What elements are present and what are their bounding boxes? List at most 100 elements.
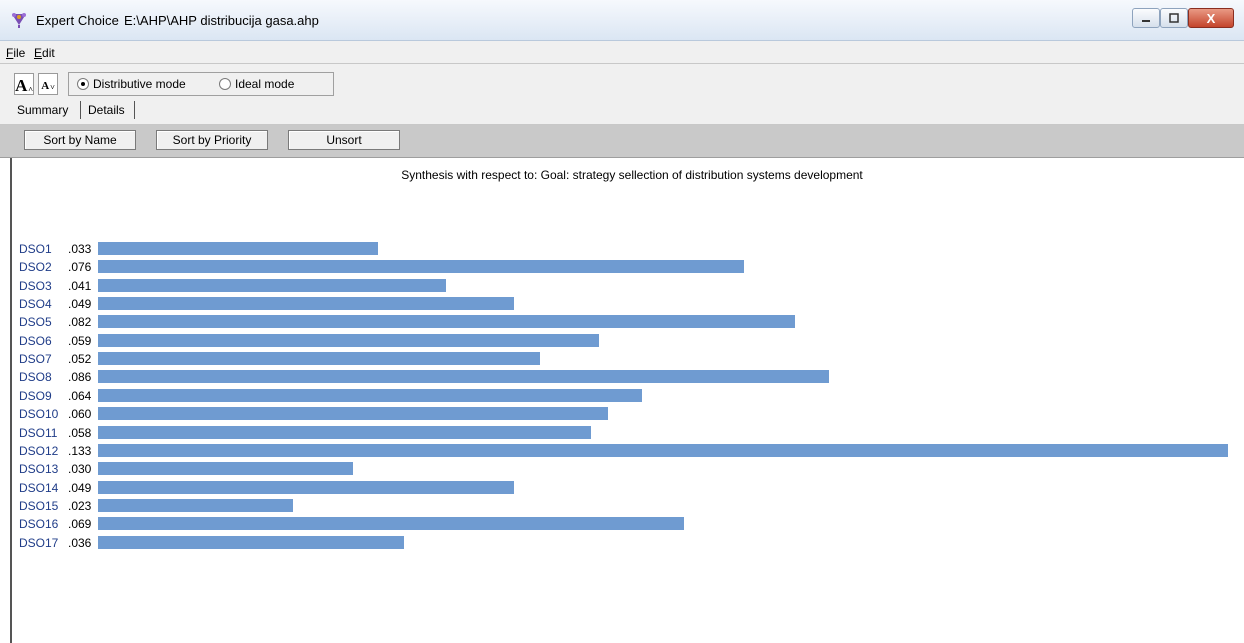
close-icon: X	[1206, 10, 1216, 26]
alternative-name: DSO7	[19, 352, 52, 367]
priority-row: DSO11 .058	[0, 424, 1244, 442]
increase-font-button[interactable]: A ˄	[14, 73, 34, 95]
priority-value: .086	[68, 370, 92, 385]
priority-bar	[98, 462, 353, 476]
menu-edit[interactable]: Edit	[34, 46, 55, 60]
priority-value: .023	[68, 498, 92, 513]
font-down-icon: ˅	[50, 83, 55, 92]
menu-edit-rest: dit	[42, 46, 55, 60]
alternative-name: DSO11	[19, 425, 58, 440]
menu-file[interactable]: File	[6, 46, 25, 60]
priority-value: .082	[68, 315, 92, 330]
alternative-name: DSO15	[19, 498, 59, 513]
priority-row: DSO1 .033	[0, 240, 1244, 258]
tab-separator	[134, 101, 135, 119]
priority-value: .060	[68, 407, 92, 422]
priority-value: .049	[68, 297, 92, 312]
priority-bar	[98, 260, 744, 274]
priority-row: DSO4 .049	[0, 295, 1244, 313]
priority-bar	[98, 352, 540, 366]
close-button[interactable]: X	[1188, 8, 1234, 28]
synthesis-title: Synthesis with respect to: Goal: strateg…	[401, 168, 863, 182]
font-large-icon: A	[15, 76, 28, 95]
distributive-mode-radio[interactable]	[77, 78, 89, 90]
app-title: Expert Choice	[36, 13, 119, 28]
file-path: E:\AHP\AHP distribucija gasa.ahp	[124, 13, 319, 28]
priority-value: .036	[68, 535, 92, 550]
distributive-mode-label[interactable]: Distributive mode	[93, 77, 186, 91]
font-small-icon: A	[41, 80, 50, 92]
priority-value: .033	[68, 242, 92, 256]
priority-row: DSO9 .064	[0, 387, 1244, 405]
priority-bar	[98, 297, 514, 311]
ideal-mode-radio[interactable]	[219, 78, 231, 90]
alternative-name: DSO14	[19, 480, 59, 495]
view-tabs: Summary Details	[0, 98, 1244, 125]
menu-bar: File Edit	[0, 41, 1244, 64]
minimize-button[interactable]	[1132, 8, 1160, 28]
maximize-button[interactable]	[1160, 8, 1188, 28]
tab-separator	[80, 101, 81, 119]
priority-bar	[98, 370, 829, 384]
tab-summary[interactable]: Summary	[17, 103, 68, 117]
priority-bar	[98, 425, 591, 439]
ideal-mode-label[interactable]: Ideal mode	[235, 77, 294, 91]
toolbar: A ˄ A ˅ Distributive mode Ideal mode	[0, 64, 1244, 98]
app-logo-icon	[12, 13, 26, 28]
priority-row: DSO12 .133	[0, 442, 1244, 460]
font-up-icon: ˄	[28, 85, 33, 94]
alternative-name: DSO9	[19, 388, 52, 403]
priority-row: DSO8 .086	[0, 368, 1244, 386]
priority-row: DSO2 .076	[0, 258, 1244, 276]
priority-value: .059	[68, 333, 92, 348]
priority-bar	[98, 407, 608, 421]
priority-value: .069	[68, 517, 92, 532]
mode-group: Distributive mode Ideal mode	[68, 72, 334, 96]
priority-row: DSO7 .052	[0, 350, 1244, 368]
menu-file-rest: ile	[13, 46, 26, 60]
priority-row: DSO10 .060	[0, 405, 1244, 423]
priority-row: DSO17 .036	[0, 534, 1244, 552]
synthesis-panel: Synthesis with respect to: Goal: strateg…	[0, 158, 1244, 643]
tab-details[interactable]: Details	[88, 103, 125, 117]
priority-value: .030	[68, 462, 92, 477]
priority-bar	[98, 443, 1228, 457]
alternative-name: DSO13	[19, 462, 59, 477]
menu-edit-mnemonic: E	[34, 46, 43, 60]
priority-value: .133	[68, 443, 92, 458]
priority-value: .064	[68, 388, 92, 403]
priority-bar	[98, 388, 642, 402]
priority-bar	[98, 480, 514, 494]
decrease-font-button[interactable]: A ˅	[38, 73, 58, 95]
priority-bar	[98, 517, 684, 531]
alternative-name: DSO8	[19, 370, 52, 385]
priority-row: DSO3 .041	[0, 277, 1244, 295]
priority-bar	[98, 278, 446, 292]
alternative-name: DSO12	[19, 443, 59, 458]
panel-border	[10, 158, 12, 643]
sort-bar: Sort by Name Sort by Priority Unsort	[0, 125, 1244, 158]
priority-bar	[98, 242, 378, 255]
priority-value: .041	[68, 278, 92, 293]
alternative-name: DSO3	[19, 278, 52, 293]
priority-row: DSO13 .030	[0, 460, 1244, 478]
title-bar: Expert Choice E:\AHP\AHP distribucija ga…	[0, 0, 1244, 41]
alternative-name: DSO17	[19, 535, 59, 550]
maximize-icon	[1169, 13, 1179, 23]
alternative-name: DSO2	[19, 260, 52, 275]
priority-row: DSO6 .059	[0, 332, 1244, 350]
priority-value: .076	[68, 260, 92, 275]
priority-value: .058	[68, 425, 92, 440]
alternative-name: DSO6	[19, 333, 52, 348]
priority-bar	[98, 333, 599, 347]
priority-value: .052	[68, 352, 92, 367]
sort-by-name-button[interactable]: Sort by Name	[24, 130, 136, 150]
alternative-name: DSO16	[19, 517, 59, 532]
sort-by-priority-button[interactable]: Sort by Priority	[156, 130, 268, 150]
unsort-button[interactable]: Unsort	[288, 130, 400, 150]
minimize-icon	[1142, 20, 1150, 22]
priority-row: DSO15 .023	[0, 497, 1244, 515]
alternative-name: DSO4	[19, 297, 52, 312]
alternative-name: DSO1	[19, 242, 52, 256]
alternative-name: DSO10	[19, 407, 59, 422]
